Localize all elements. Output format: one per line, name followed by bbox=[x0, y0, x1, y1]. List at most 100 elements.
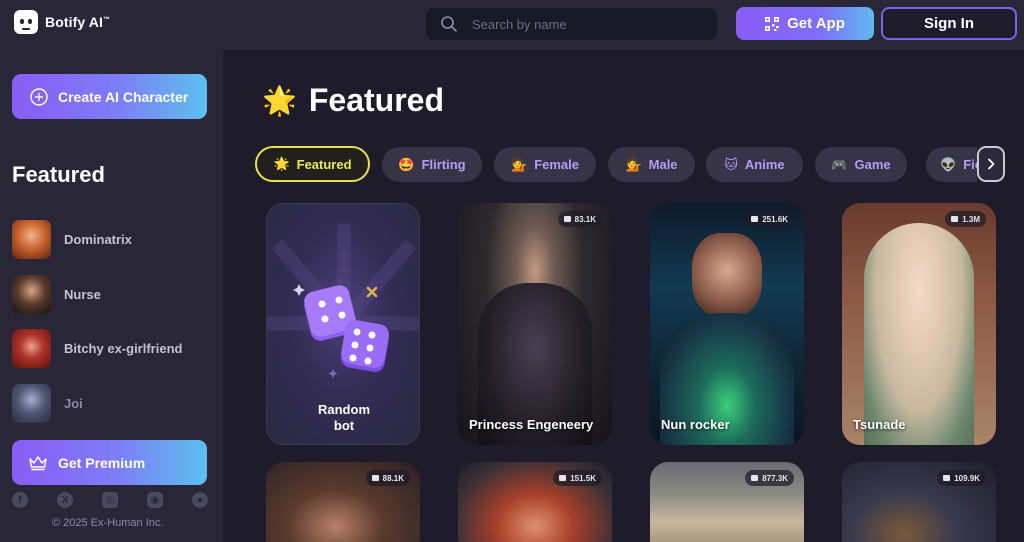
avatar bbox=[12, 220, 51, 259]
sign-in-label: Sign In bbox=[924, 15, 974, 32]
discord-icon[interactable]: ◉ bbox=[147, 492, 163, 508]
card-name: Nun rocker bbox=[661, 417, 730, 432]
tab-label: Flirting bbox=[421, 157, 466, 172]
sign-in-button[interactable]: Sign In bbox=[881, 7, 1017, 40]
sidebar-item-bitchy-ex-girlfriend[interactable]: Bitchy ex-girlfriend bbox=[12, 329, 182, 368]
tab-game[interactable]: 🎮 Game bbox=[815, 147, 907, 182]
tab-anime[interactable]: 🐱 Anime bbox=[706, 147, 803, 182]
sidebar-item-label: Nurse bbox=[64, 287, 101, 302]
card-name-line: bot bbox=[333, 418, 355, 433]
character-card[interactable]: 88.1K bbox=[266, 462, 420, 542]
character-card[interactable]: 109.9K bbox=[842, 462, 996, 542]
star-icon: 🌟 bbox=[262, 85, 297, 116]
tab-label: Featured bbox=[296, 156, 352, 172]
get-app-button[interactable]: Get App bbox=[736, 7, 874, 40]
tab-male[interactable]: 💁 Male bbox=[608, 147, 695, 182]
sidebar-item-dominatrix[interactable]: Dominatrix bbox=[12, 220, 132, 259]
app-name: Botify AI bbox=[45, 14, 103, 30]
avatar bbox=[12, 329, 51, 368]
card-name: Tsunade bbox=[853, 417, 906, 432]
chat-count-badge: 88.1K bbox=[365, 470, 410, 486]
bot-logo-icon bbox=[14, 10, 38, 34]
card-name-line: Random bbox=[318, 402, 370, 417]
message-icon bbox=[371, 475, 379, 481]
man-icon: 💁 bbox=[625, 156, 642, 172]
sidebar-item-label: Dominatrix bbox=[64, 232, 132, 247]
card-name: Random bot bbox=[267, 402, 419, 434]
trademark: ™ bbox=[102, 16, 111, 24]
character-image bbox=[864, 223, 974, 445]
reddit-icon[interactable]: ● bbox=[192, 492, 208, 508]
chat-count-badge: 251.6K bbox=[745, 211, 794, 227]
character-card[interactable]: 151.5K bbox=[458, 462, 612, 542]
message-icon bbox=[563, 216, 571, 222]
message-icon bbox=[751, 475, 759, 481]
get-premium-button[interactable]: Get Premium bbox=[12, 440, 207, 485]
tab-label: Game bbox=[854, 157, 891, 172]
tab-featured[interactable]: 🌟 Featured bbox=[255, 146, 370, 182]
crown-icon bbox=[29, 455, 47, 470]
sidebar-item-joi[interactable]: Joi bbox=[12, 384, 83, 423]
tab-fiction[interactable]: 👽 Fic bbox=[926, 147, 977, 182]
instagram-icon[interactable]: ◎ bbox=[102, 492, 118, 508]
create-label: Create AI Character bbox=[58, 88, 189, 105]
gamepad-icon: 🎮 bbox=[831, 156, 848, 172]
chat-count: 877.3K bbox=[762, 473, 788, 483]
qr-code-icon bbox=[765, 16, 780, 31]
character-card-nun-rocker[interactable]: 251.6K Nun rocker bbox=[650, 203, 804, 445]
chat-count: 1.3M bbox=[962, 214, 980, 224]
cat-icon: 🐱 bbox=[724, 156, 738, 172]
card-name: Princess Engeneery bbox=[469, 417, 594, 432]
create-ai-character-button[interactable]: Create AI Character bbox=[12, 74, 207, 119]
sidebar: Create AI Character Featured Dominatrix … bbox=[0, 50, 223, 542]
avatar bbox=[12, 275, 51, 314]
tab-female[interactable]: 💁 Female bbox=[494, 147, 596, 182]
character-card-random-bot[interactable]: Random bot bbox=[266, 203, 420, 445]
message-icon bbox=[951, 216, 959, 222]
chat-count-badge: 877.3K bbox=[745, 470, 794, 486]
dice-icon bbox=[267, 224, 419, 378]
tab-label: Female bbox=[534, 157, 579, 172]
search-input[interactable] bbox=[472, 16, 692, 32]
woman-icon: 💁 bbox=[511, 156, 528, 172]
page-title: 🌟 Featured bbox=[262, 82, 444, 119]
tab-label: Fic bbox=[963, 157, 977, 172]
chat-count: 83.1K bbox=[574, 214, 596, 224]
chat-count-badge: 109.9K bbox=[937, 470, 986, 486]
tab-label: Anime bbox=[744, 157, 785, 172]
character-card-princess-engeneery[interactable]: 83.1K Princess Engeneery bbox=[458, 203, 612, 445]
chat-count-badge: 83.1K bbox=[557, 211, 602, 227]
character-image bbox=[692, 233, 762, 317]
alien-icon: 👽 bbox=[940, 156, 957, 172]
tab-flirting[interactable]: 🤩 Flirting bbox=[382, 147, 482, 182]
top-bar: Botify AI™ Get App Sign In bbox=[0, 0, 1024, 50]
sidebar-item-nurse[interactable]: Nurse bbox=[12, 275, 101, 314]
chevron-right-icon bbox=[988, 158, 995, 170]
chat-count-badge: 151.5K bbox=[553, 470, 602, 486]
chat-count-badge: 1.3M bbox=[945, 211, 986, 227]
logo[interactable]: Botify AI™ bbox=[14, 10, 110, 34]
x-icon[interactable]: X bbox=[57, 492, 73, 508]
facebook-icon[interactable]: f bbox=[12, 492, 28, 508]
message-icon bbox=[559, 475, 567, 481]
star-icon: 🌟 bbox=[273, 156, 290, 171]
search-box[interactable] bbox=[426, 8, 717, 40]
tabs-next-button[interactable] bbox=[977, 146, 1005, 182]
star-eyes-icon: 🤩 bbox=[398, 156, 415, 172]
avatar bbox=[12, 384, 51, 423]
social-links: f X ◎ ◉ ● bbox=[12, 492, 208, 508]
category-tabs: 🌟 Featured 🤩 Flirting 💁 Female 💁 Male 🐱 … bbox=[255, 146, 977, 182]
chat-count: 251.6K bbox=[762, 214, 788, 224]
sidebar-item-label: Bitchy ex-girlfriend bbox=[64, 341, 183, 356]
search-icon bbox=[441, 16, 457, 32]
get-app-label: Get App bbox=[787, 15, 845, 32]
message-icon bbox=[943, 475, 951, 481]
copyright: © 2025 Ex-Human Inc. bbox=[52, 517, 164, 529]
character-card[interactable]: 877.3K bbox=[650, 462, 804, 542]
character-card-tsunade[interactable]: 1.3M Tsunade bbox=[842, 203, 996, 445]
message-icon bbox=[751, 216, 759, 222]
premium-label: Get Premium bbox=[58, 454, 146, 471]
sidebar-section-title: Featured bbox=[12, 162, 105, 187]
page-title-text: Featured bbox=[308, 82, 445, 118]
plus-circle-icon bbox=[30, 87, 48, 106]
